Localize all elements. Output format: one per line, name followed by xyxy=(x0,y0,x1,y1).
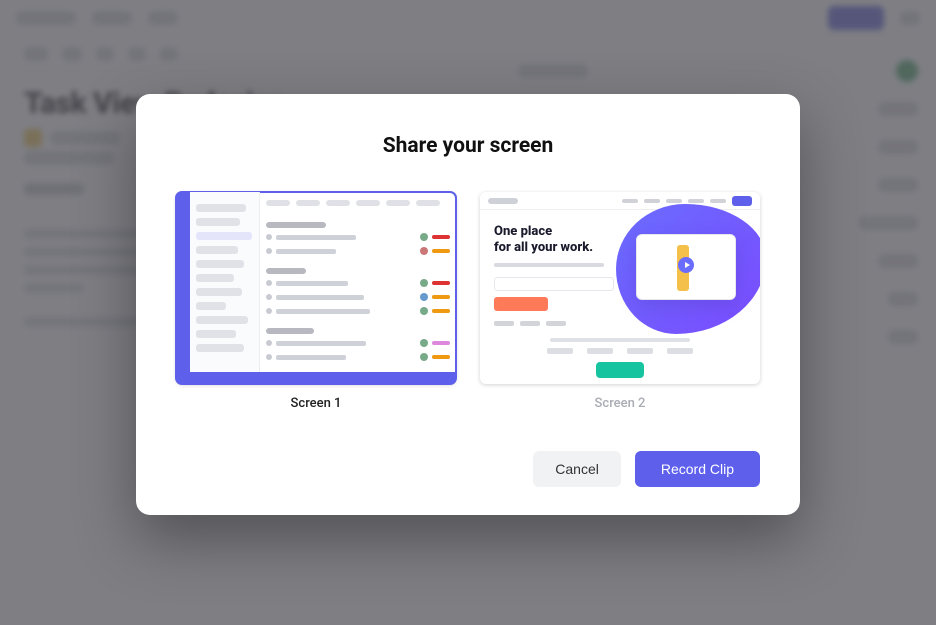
share-screen-modal: Share your screen xyxy=(136,94,800,515)
cancel-button[interactable]: Cancel xyxy=(533,451,621,487)
screen-2-thumbnail: One place for all your work. xyxy=(480,192,760,384)
screen-choice-list: Screen 1 One place for all your work. xyxy=(176,192,760,411)
record-clip-button[interactable]: Record Clip xyxy=(635,451,760,487)
modal-title: Share your screen xyxy=(176,134,760,158)
modal-actions: Cancel Record Clip xyxy=(176,451,760,487)
screen-1-label: Screen 1 xyxy=(291,396,342,411)
play-icon xyxy=(678,257,694,273)
screen-1-thumbnail xyxy=(176,192,456,384)
screen-2-label: Screen 2 xyxy=(595,396,646,411)
screen-2-headline-1: One place xyxy=(494,224,552,239)
screen-2-headline-2: for all your work. xyxy=(494,240,593,255)
screen-option-2[interactable]: One place for all your work. xyxy=(480,192,760,411)
screen-option-1[interactable]: Screen 1 xyxy=(176,192,456,411)
